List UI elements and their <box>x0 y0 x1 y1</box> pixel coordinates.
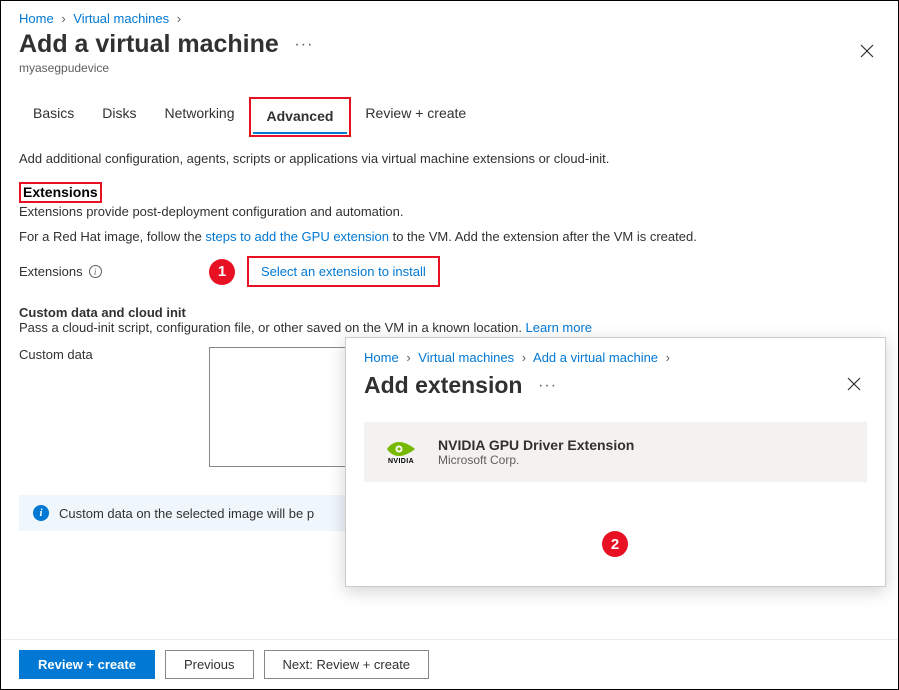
overlay-bc-home[interactable]: Home <box>364 350 399 365</box>
overlay-more-icon[interactable]: ··· <box>538 377 557 394</box>
extensions-heading-highlight: Extensions <box>19 182 102 203</box>
tab-advanced[interactable]: Advanced <box>253 100 348 134</box>
redhat-suffix: to the VM. Add the extension after the V… <box>389 229 697 244</box>
select-extension-link[interactable]: Select an extension to install <box>247 256 440 287</box>
redhat-prefix: For a Red Hat image, follow the <box>19 229 205 244</box>
next-button[interactable]: Next: Review + create <box>264 650 430 679</box>
extension-title: NVIDIA GPU Driver Extension <box>438 437 634 453</box>
chevron-right-icon: › <box>522 350 526 365</box>
extensions-desc: Extensions provide post-deployment confi… <box>19 204 880 219</box>
gpu-extension-link[interactable]: steps to add the GPU extension <box>205 229 389 244</box>
learn-more-link[interactable]: Learn more <box>526 320 592 335</box>
custom-data-desc: Pass a cloud-init script, configuration … <box>19 320 880 335</box>
page-title: Add a virtual machine <box>19 30 279 59</box>
review-create-button[interactable]: Review + create <box>19 650 155 679</box>
tab-advanced-highlight: Advanced <box>249 97 352 137</box>
chevron-right-icon: › <box>666 350 670 365</box>
custom-desc-prefix: Pass a cloud-init script, configuration … <box>19 320 526 335</box>
more-actions-icon[interactable]: ··· <box>294 36 313 53</box>
info-icon: i <box>33 505 49 521</box>
extensions-heading: Extensions <box>23 184 98 200</box>
extension-card-nvidia[interactable]: NVIDIA NVIDIA GPU Driver Extension Micro… <box>364 422 867 482</box>
custom-data-label: Custom data <box>19 347 209 362</box>
overlay-bc-add[interactable]: Add a virtual machine <box>533 350 658 365</box>
tab-basics[interactable]: Basics <box>19 97 88 137</box>
callout-1: 1 <box>209 259 235 285</box>
overlay-close-icon[interactable] <box>841 369 867 402</box>
nvidia-logo-text: NVIDIA <box>388 458 414 465</box>
tabs: Basics Disks Networking Advanced Review … <box>19 97 880 137</box>
tab-disks[interactable]: Disks <box>88 97 150 137</box>
tab-networking[interactable]: Networking <box>150 97 248 137</box>
nvidia-logo-icon: NVIDIA <box>380 436 422 468</box>
breadcrumb: Home › Virtual machines › <box>1 1 898 30</box>
title-row: Add a virtual machine ··· myasegpudevice <box>1 30 898 75</box>
redhat-note: For a Red Hat image, follow the steps to… <box>19 229 880 244</box>
custom-data-heading: Custom data and cloud init <box>19 305 880 320</box>
extension-vendor: Microsoft Corp. <box>438 453 634 467</box>
advanced-description: Add additional configuration, agents, sc… <box>19 151 880 166</box>
add-extension-panel: Home › Virtual machines › Add a virtual … <box>345 337 886 587</box>
chevron-right-icon: › <box>406 350 410 365</box>
breadcrumb-home[interactable]: Home <box>19 11 54 26</box>
callout-2: 2 <box>602 531 628 557</box>
info-icon[interactable]: i <box>89 265 102 278</box>
extensions-label-text: Extensions <box>19 264 83 279</box>
overlay-title: Add extension <box>364 372 522 399</box>
page-subtitle: myasegpudevice <box>19 61 109 75</box>
info-banner-text: Custom data on the selected image will b… <box>59 506 314 521</box>
chevron-right-icon: › <box>177 11 181 26</box>
tab-review[interactable]: Review + create <box>351 97 480 137</box>
extensions-field-row: Extensions i 1 Select an extension to in… <box>19 256 880 287</box>
chevron-right-icon: › <box>61 11 65 26</box>
overlay-bc-vms[interactable]: Virtual machines <box>418 350 514 365</box>
previous-button[interactable]: Previous <box>165 650 254 679</box>
extensions-label: Extensions i <box>19 264 209 279</box>
overlay-breadcrumb: Home › Virtual machines › Add a virtual … <box>364 348 867 369</box>
close-icon[interactable] <box>854 36 880 69</box>
breadcrumb-vms[interactable]: Virtual machines <box>73 11 169 26</box>
footer: Review + create Previous Next: Review + … <box>1 639 898 689</box>
